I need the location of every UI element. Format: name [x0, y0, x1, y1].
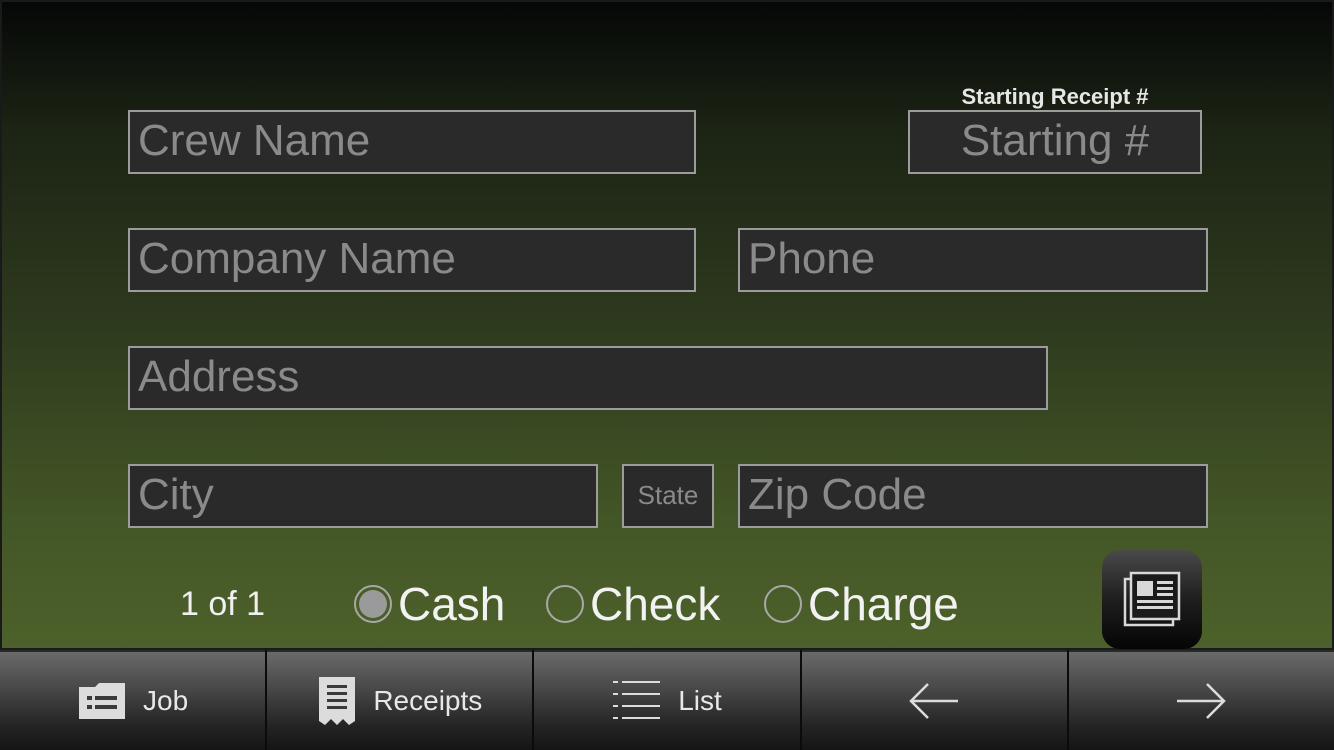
zip-code-field[interactable]: Zip Code: [738, 464, 1208, 528]
tab-job-label: Job: [143, 685, 189, 716]
job-form-screen: Crew Name Starting Receipt # Starting # …: [0, 0, 1334, 650]
payment-charge-label: Charge: [808, 578, 959, 630]
page-counter: 1 of 1: [180, 585, 266, 623]
company-name-field[interactable]: Company Name: [128, 228, 696, 292]
state-field[interactable]: State: [622, 464, 714, 528]
crew-name-field[interactable]: Crew Name: [128, 110, 696, 174]
arrow-right-icon: [1177, 683, 1227, 719]
folder-list-icon: [79, 683, 126, 719]
radio-unselected-icon: [764, 585, 802, 623]
tab-forward[interactable]: [1068, 650, 1334, 750]
list-icon: [613, 681, 661, 719]
receipt-icon: [319, 677, 356, 725]
payment-check-radio[interactable]: Check: [546, 576, 720, 632]
tab-job[interactable]: Job: [0, 650, 266, 750]
document-button[interactable]: [1102, 550, 1202, 649]
document-icon: [1123, 571, 1181, 626]
phone-field[interactable]: Phone: [738, 228, 1208, 292]
starting-receipt-caption: Starting Receipt #: [961, 84, 1149, 109]
tab-list[interactable]: List: [534, 650, 800, 750]
tab-list-label: List: [678, 685, 722, 716]
payment-cash-label: Cash: [398, 578, 506, 630]
city-field[interactable]: City: [128, 464, 598, 528]
starting-receipt-field[interactable]: Starting #: [908, 110, 1202, 174]
address-field[interactable]: Address: [128, 346, 1048, 410]
payment-charge-radio[interactable]: Charge: [764, 576, 959, 632]
payment-cash-radio[interactable]: Cash: [354, 576, 505, 632]
tab-receipts-label: Receipts: [373, 685, 483, 716]
tab-receipts[interactable]: Receipts: [267, 650, 533, 750]
tab-back[interactable]: [801, 650, 1067, 750]
radio-selected-icon: [354, 585, 392, 623]
radio-unselected-icon: [546, 585, 584, 623]
payment-check-label: Check: [590, 578, 721, 630]
bottom-tab-bar: Job Receipts List: [0, 650, 1334, 750]
arrow-left-icon: [909, 683, 959, 719]
